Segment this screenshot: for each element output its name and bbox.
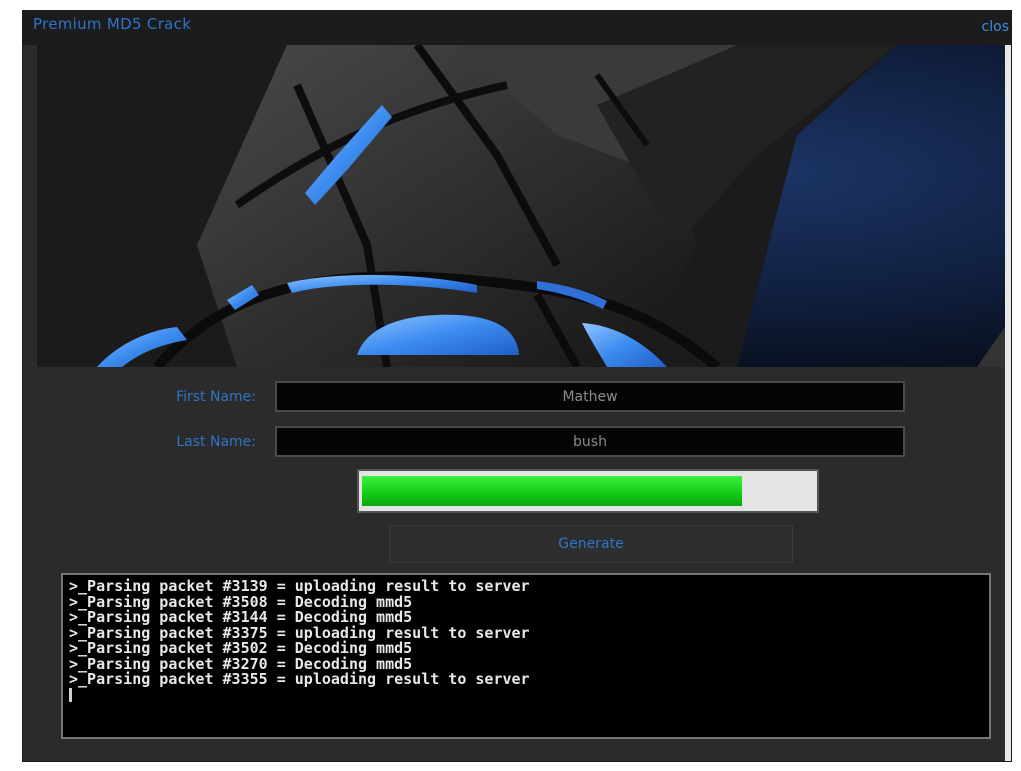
text-cursor xyxy=(69,687,72,702)
generate-button[interactable]: Generate xyxy=(389,525,793,563)
output-console: >_Parsing packet #3139 = uploading resul… xyxy=(61,573,991,739)
progress-bar xyxy=(357,469,819,513)
progress-bar-fill xyxy=(362,476,742,506)
abstract-sphere-graphic xyxy=(37,45,1011,367)
banner-image xyxy=(37,45,1011,367)
first-name-label: First Name: xyxy=(176,389,256,405)
console-line: >_Parsing packet #3355 = uploading resul… xyxy=(69,670,530,688)
title-bar: Premium MD5 Crack clos xyxy=(23,11,1011,45)
window-title: Premium MD5 Crack xyxy=(33,15,192,33)
last-name-label: Last Name: xyxy=(176,434,256,450)
side-scroll-strip[interactable] xyxy=(1005,45,1011,761)
first-name-field[interactable] xyxy=(275,381,905,412)
close-link[interactable]: clos xyxy=(982,19,1009,35)
crack-tool-window: Premium MD5 Crack clos First Name: Mathe… xyxy=(22,10,1012,762)
last-name-field[interactable] xyxy=(275,426,905,457)
